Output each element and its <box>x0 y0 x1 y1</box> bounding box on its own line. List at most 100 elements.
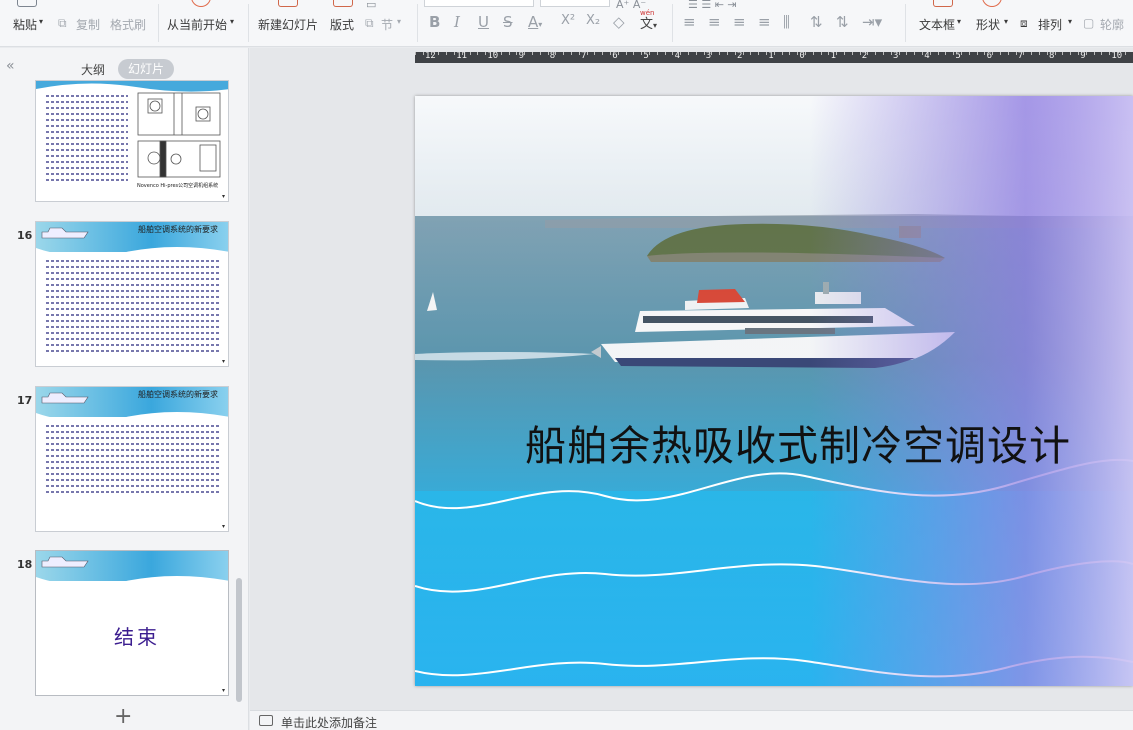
ruler-tick <box>446 52 448 55</box>
ruler-tick <box>797 52 799 55</box>
slide-thumbnail-18[interactable]: 结束 ▾ <box>35 550 229 696</box>
clear-format-icon[interactable]: ◇ <box>613 13 625 31</box>
ruler-tick <box>516 52 518 55</box>
ruler-number: 5 <box>643 52 649 61</box>
ruler-tick <box>1109 52 1111 55</box>
paste-icon <box>17 0 37 7</box>
tab-slides[interactable]: 幻灯片 <box>118 59 174 79</box>
new-slide-icon <box>278 0 298 7</box>
ruler-tick <box>547 52 549 55</box>
ruler-tick <box>617 52 619 55</box>
italic-button[interactable]: I <box>454 13 460 31</box>
ruler-number: 3 <box>705 52 712 61</box>
paste-button[interactable]: 粘贴 ▾ <box>13 0 47 46</box>
collapse-panel-icon[interactable]: « <box>6 58 15 74</box>
ruler-number: 7 <box>1017 52 1024 61</box>
separator <box>248 4 249 42</box>
ruler-tick <box>1031 52 1033 55</box>
paragraph-spacing-icon[interactable]: ⇅ <box>836 13 849 31</box>
slide-thumbnail-16[interactable]: 船舶空调系统的新要求 ▾ <box>35 221 229 367</box>
slide-15-text <box>46 95 128 185</box>
distribute-icon[interactable]: ⫼ <box>783 13 790 31</box>
ruler-tick <box>633 52 635 55</box>
underline-button[interactable]: U <box>478 13 489 31</box>
ruler-tick <box>1070 52 1072 55</box>
text-box-button[interactable]: 文本框 ▾ <box>919 0 965 46</box>
ruler-number: 2 <box>861 52 868 61</box>
ruler-tick <box>695 52 697 55</box>
slide-thumbnail-17[interactable]: 船舶空调系统的新要求 ▾ <box>35 386 229 532</box>
bold-button[interactable]: B <box>429 13 440 31</box>
ruler-tick <box>1117 52 1118 55</box>
ruler-tick <box>812 52 814 55</box>
ruler-tick <box>742 52 744 55</box>
align-left-icon[interactable]: ≡ <box>683 13 696 31</box>
superscript-button[interactable]: X² <box>561 13 575 28</box>
ruler-tick <box>844 52 845 55</box>
thumbnail-scrollbar[interactable] <box>236 578 242 702</box>
font-size-combo[interactable] <box>540 0 610 7</box>
copy-button[interactable]: ⧉ 复制 <box>58 0 102 46</box>
slide-thumbnail-15[interactable]: Novenco Hi-pres公司空调机组系统 ▾ <box>35 80 229 202</box>
ruler-number: 4 <box>924 52 930 61</box>
ruler-tick <box>711 52 713 55</box>
ruler-tick <box>781 52 783 55</box>
ruler-tick <box>1046 52 1048 55</box>
ruler-tick <box>532 52 533 55</box>
ruler-tick <box>883 52 884 55</box>
ruler-number: 2 <box>737 52 743 61</box>
slide-17-text <box>46 425 220 497</box>
phonetic-guide-button[interactable]: wén 文▾ <box>640 9 657 32</box>
ruler-tick <box>828 52 830 55</box>
font-color-button[interactable]: A▾ <box>528 13 542 31</box>
format-painter-button[interactable]: 格式刷 <box>110 0 150 46</box>
slide-18-end-text: 结束 <box>114 625 160 649</box>
ruler-tick <box>493 52 494 55</box>
ruler-tick <box>805 52 806 55</box>
indent-icon[interactable]: ⇥▾ <box>862 13 882 31</box>
ruler-tick <box>773 52 775 55</box>
separator <box>417 4 418 42</box>
arrange-button[interactable]: ⧈ 排列 ▾ <box>1020 0 1076 46</box>
ruler-tick <box>734 52 736 55</box>
play-icon <box>191 0 211 7</box>
ruler-tick <box>968 52 970 55</box>
ruler-tick <box>945 52 947 55</box>
copy-icon: ⧉ <box>58 16 67 30</box>
list-icons[interactable]: ☰ ☰ ⇤ ⇥ <box>688 0 737 11</box>
strikethrough-button[interactable]: S <box>503 13 513 31</box>
new-slide-button[interactable]: 新建幻灯片 <box>258 0 320 46</box>
subscript-button[interactable]: X₂ <box>586 13 600 28</box>
ruler-number: 1 <box>830 52 837 61</box>
arrange-icon: ⧈ <box>1020 16 1028 30</box>
ruler-tick <box>688 52 689 55</box>
slide-title[interactable]: 船舶余热吸收式制冷空调设计 <box>525 412 1071 472</box>
notes-bar[interactable]: 单击此处添加备注 <box>250 710 1133 730</box>
ruler-tick <box>836 52 838 55</box>
line-spacing-icon[interactable]: ⇅ <box>810 13 823 31</box>
ruler-tick <box>953 52 955 55</box>
separator <box>672 4 673 42</box>
font-name-combo[interactable] <box>424 0 534 7</box>
ruler-number: 6 <box>986 52 993 61</box>
notes-placeholder[interactable]: 单击此处添加备注 <box>281 714 377 730</box>
ruler-tick <box>438 52 440 55</box>
ruler-tick <box>789 52 791 55</box>
outline-button[interactable]: ▢ 轮廓 <box>1083 0 1133 46</box>
ruler-tick <box>906 52 908 55</box>
ruler-number: 8 <box>549 52 556 61</box>
ruler-number: 0 <box>799 52 805 61</box>
ruler-tick <box>898 52 900 55</box>
main-slide[interactable]: 船舶余热吸收式制冷空调设计 <box>415 96 1133 686</box>
add-slide-button[interactable]: + <box>114 704 132 729</box>
align-right-icon[interactable]: ≡ <box>733 13 746 31</box>
layout-button[interactable]: 版式 <box>330 0 356 46</box>
ship-icon <box>36 556 228 591</box>
separator <box>158 4 159 42</box>
align-center-icon[interactable]: ≡ <box>708 13 721 31</box>
tab-outline[interactable]: 大纲 <box>81 61 105 78</box>
from-current-slide-button[interactable]: 从当前开始 ▾ <box>167 0 239 46</box>
shape-button[interactable]: 形状 ▾ <box>976 0 1012 46</box>
ruler-tick <box>890 52 892 55</box>
justify-icon[interactable]: ≡ <box>758 13 771 31</box>
